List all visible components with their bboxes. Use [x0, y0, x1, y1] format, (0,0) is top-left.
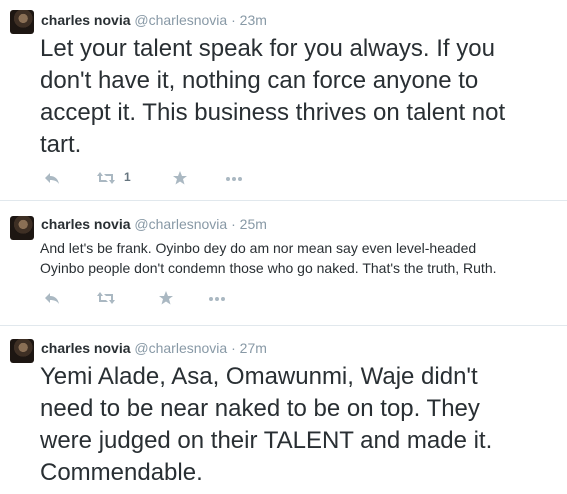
separator-dot: · [227, 340, 240, 356]
tweet-header: charles novia @charlesnovia · 23m [41, 12, 267, 28]
favorite-icon[interactable] [158, 290, 174, 306]
timestamp[interactable]: 25m [240, 216, 267, 232]
timestamp[interactable]: 27m [240, 340, 267, 356]
tweet-text-line: tart. [40, 131, 82, 158]
more-icon[interactable] [207, 290, 227, 306]
tweet-text-line: Oyinbo people don't condemn those who go… [40, 260, 497, 276]
tweet-text: Yemi Alade, Asa, Omawunmi, Waje didn't n… [40, 361, 560, 489]
tweet-text-line: need to be near naked to be on top. They [40, 395, 480, 422]
tweet-text: And let's be frank. Oyinbo dey do am nor… [40, 238, 567, 278]
tweet-text-line: don't have it, nothing can force anyone … [40, 67, 479, 94]
avatar[interactable] [10, 339, 34, 363]
retweet-icon[interactable] [96, 290, 116, 306]
author-handle[interactable]: @charlesnovia [134, 340, 227, 356]
more-icon[interactable] [224, 170, 244, 186]
retweet-icon[interactable] [96, 170, 116, 186]
author-name[interactable]: charles novia [41, 216, 131, 232]
tweet-text-line: Yemi Alade, Asa, Omawunmi, Waje didn't [40, 363, 478, 390]
tweet-text: Let your talent speak for you always. If… [40, 33, 560, 161]
author-handle[interactable]: @charlesnovia [134, 12, 227, 28]
retweet-count: 1 [124, 170, 131, 184]
avatar[interactable] [10, 10, 34, 34]
tweet-text-line: were judged on their TALENT and made it. [40, 427, 493, 454]
timestamp[interactable]: 23m [240, 12, 267, 28]
avatar[interactable] [10, 216, 34, 240]
separator-dot: · [227, 216, 240, 232]
tweet-text-line: Commendable. [40, 459, 203, 486]
tweet-text-line: accept it. This business thrives on tale… [40, 99, 506, 126]
tweet-header: charles novia @charlesnovia · 25m [41, 216, 267, 232]
tweet-header: charles novia @charlesnovia · 27m [41, 340, 267, 356]
tweet-text-line: Let your talent speak for you always. If… [40, 35, 495, 62]
tweet-text-line: And let's be frank. Oyinbo dey do am nor… [40, 240, 477, 256]
reply-icon[interactable] [44, 290, 60, 306]
reply-icon[interactable] [44, 170, 60, 186]
favorite-icon[interactable] [172, 170, 188, 186]
author-name[interactable]: charles novia [41, 12, 131, 28]
separator-dot: · [227, 12, 240, 28]
divider [0, 200, 567, 201]
divider [0, 325, 567, 326]
author-handle[interactable]: @charlesnovia [134, 216, 227, 232]
author-name[interactable]: charles novia [41, 340, 131, 356]
